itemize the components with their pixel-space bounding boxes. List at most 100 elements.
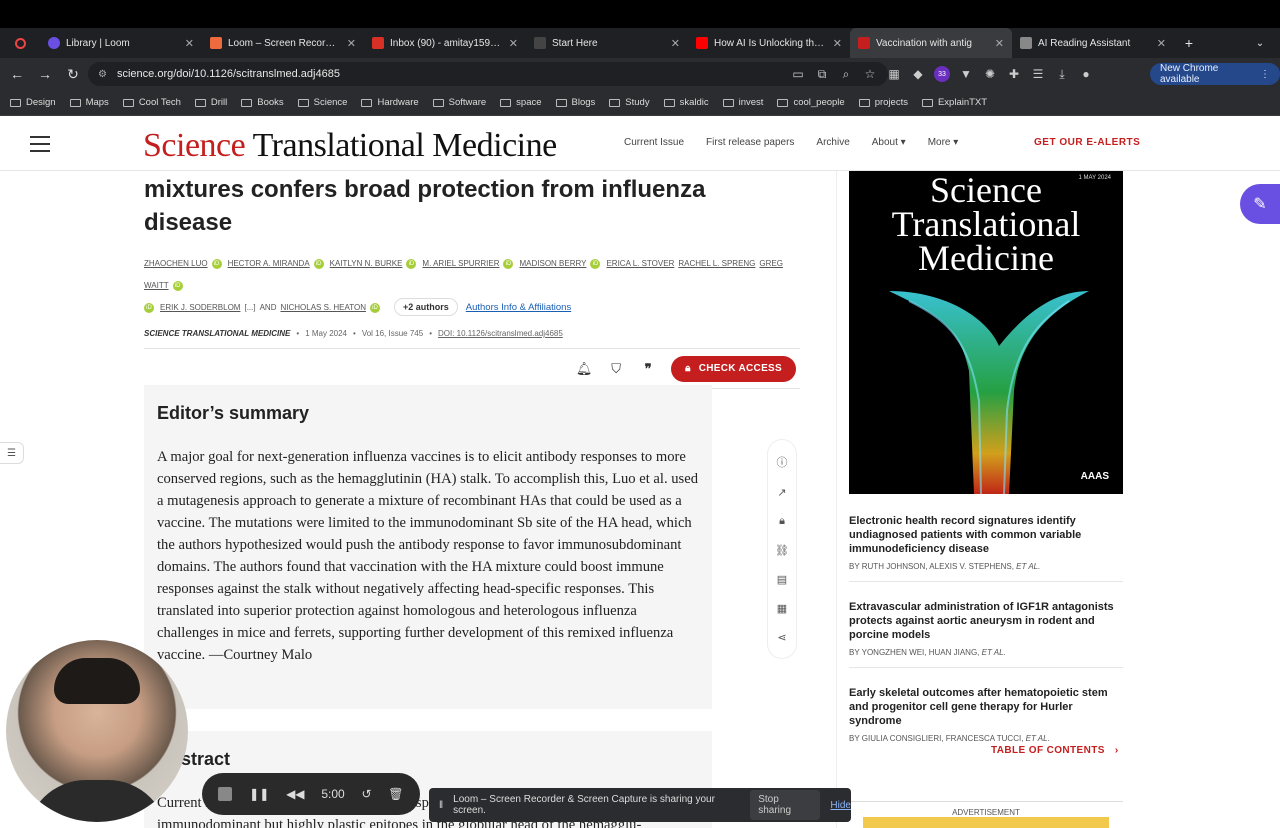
tab-gmail[interactable]: Inbox (90) - amitay1599@ ✕	[364, 28, 526, 58]
close-icon[interactable]: ✕	[671, 37, 680, 50]
bookmark-item[interactable]: space	[500, 97, 542, 108]
orcid-icon[interactable]: iD	[369, 302, 380, 313]
new-tab-button[interactable]: +	[1174, 28, 1204, 58]
share-icon[interactable]: ⋖	[777, 631, 786, 644]
stop-sharing-button[interactable]: Stop sharing	[750, 790, 821, 820]
tab-loom-recorder[interactable]: Loom – Screen Recorder & S✕	[202, 28, 364, 58]
metrics-icon[interactable]: ↗	[777, 486, 786, 499]
drag-handle-icon[interactable]: ‖	[439, 800, 443, 811]
tab-vaccination[interactable]: Vaccination with antig ✕	[850, 28, 1012, 58]
site-info-icon[interactable]: ⚙	[98, 69, 107, 80]
bookmark-item[interactable]: Study	[609, 97, 650, 108]
stop-recording-button[interactable]	[218, 787, 233, 801]
volume-issue[interactable]: Vol 16, Issue 745	[362, 329, 423, 338]
shield-icon[interactable]: ▼	[958, 66, 974, 82]
e-alerts-link[interactable]: GET OUR E-ALERTS	[1034, 137, 1140, 148]
bookmark-item[interactable]: Drill	[194, 97, 227, 108]
bookmark-item[interactable]: Design	[10, 97, 56, 108]
bookmark-item[interactable]: Cool Tech	[122, 97, 181, 108]
advertisement-banner[interactable]	[863, 817, 1109, 828]
close-icon[interactable]: ✕	[185, 37, 194, 50]
bookmark-item[interactable]: skaldic	[663, 97, 709, 108]
check-access-button[interactable]: 🔒︎ CHECK ACCESS	[671, 355, 796, 382]
hamburger-menu-icon[interactable]	[30, 136, 50, 152]
new-chrome-available-button[interactable]: New Chrome available ⋮	[1150, 63, 1280, 85]
lock-icon[interactable]: 🔒︎	[779, 515, 785, 528]
bookmark-item[interactable]: projects	[858, 97, 908, 108]
bell-icon[interactable]: 🔔︎	[575, 360, 593, 378]
cast-icon[interactable]: ▭	[790, 66, 806, 82]
bookmark-item[interactable]: Science	[297, 97, 347, 108]
nav-more[interactable]: More ▾	[928, 137, 959, 148]
close-icon[interactable]: ✕	[995, 37, 1004, 50]
bookmark-item[interactable]: Maps	[69, 97, 109, 108]
orcid-icon[interactable]: iD	[144, 302, 154, 313]
extension-badge-icon[interactable]: 33	[934, 66, 950, 82]
close-icon[interactable]: ✕	[1157, 37, 1166, 50]
author-link[interactable]: ERICA L. STOVER	[606, 259, 674, 268]
related-article[interactable]: Extravascular administration of IGF1R an…	[849, 600, 1123, 668]
bookmark-item[interactable]: Blogs	[555, 97, 595, 108]
more-authors-button[interactable]: +2 authors	[393, 298, 458, 316]
author-link[interactable]: MADISON BERRY	[519, 259, 586, 268]
related-article[interactable]: Electronic health record signatures iden…	[849, 514, 1123, 582]
author-link[interactable]: HECTOR A. MIRANDA	[228, 259, 310, 268]
install-app-icon[interactable]: ⧉	[814, 66, 830, 82]
bookmark-star-icon[interactable]: ☆	[862, 66, 878, 82]
tab-loom-library[interactable]: Library | Loom ✕	[40, 28, 202, 58]
kebab-menu-icon[interactable]: ⋮	[1260, 69, 1270, 80]
info-icon[interactable]: ⓘ	[777, 454, 788, 470]
rewind-icon[interactable]: ◀◀	[286, 787, 304, 801]
loom-webcam-bubble[interactable]	[6, 640, 188, 822]
pause-icon[interactable]: ❚❚	[249, 787, 269, 801]
close-icon[interactable]: ✕	[509, 37, 518, 50]
author-link[interactable]: ZHAOCHEN LUO	[144, 259, 208, 268]
orcid-icon[interactable]: iD	[406, 258, 417, 269]
tab-recording-dot[interactable]	[0, 28, 40, 58]
close-icon[interactable]: ✕	[833, 37, 842, 50]
doi-link[interactable]: DOI: 10.1126/scitranslmed.adj4685	[438, 329, 563, 338]
nav-first-release[interactable]: First release papers	[706, 137, 794, 148]
back-button[interactable]: ←	[4, 61, 30, 87]
link-icon[interactable]: ⛓	[775, 544, 789, 557]
site-logo[interactable]: Science Translational Medicine	[143, 127, 557, 165]
bookmark-item[interactable]: Hardware	[361, 97, 419, 108]
author-link[interactable]: M. ARIEL SPURRIER	[422, 259, 499, 268]
tab-youtube[interactable]: How AI Is Unlocking the S ✕	[688, 28, 850, 58]
tab-list-button[interactable]: ⌄	[1240, 28, 1280, 58]
tables-icon[interactable]: ▦	[777, 602, 787, 615]
issue-cover[interactable]: 1 MAY 2024 Science Translational Medicin…	[849, 171, 1123, 494]
orcid-icon[interactable]: iD	[590, 258, 601, 269]
orcid-icon[interactable]: iD	[313, 258, 324, 269]
close-icon[interactable]: ✕	[347, 37, 356, 50]
tab-ai-reading[interactable]: AI Reading Assistant ✕	[1012, 28, 1174, 58]
bookmark-item[interactable]: Software	[432, 97, 486, 108]
reading-list-icon[interactable]: ☰	[1030, 66, 1046, 82]
bookmark-item[interactable]: Books	[241, 97, 284, 108]
authors-affiliations-link[interactable]: Authors Info & Affiliations	[466, 302, 571, 313]
related-article[interactable]: Early skeletal outcomes after hematopoie…	[849, 686, 1123, 743]
nav-about[interactable]: About ▾	[872, 137, 906, 148]
trash-icon[interactable]: 🗑︎	[388, 787, 403, 801]
qr-extension-icon[interactable]: ▦	[886, 66, 902, 82]
restart-icon[interactable]: ↺	[361, 787, 371, 801]
tab-start-here[interactable]: Start Here ✕	[526, 28, 688, 58]
zoom-icon[interactable]: ⌕	[838, 66, 854, 82]
quote-icon[interactable]: ❞	[639, 360, 657, 378]
extension-icon[interactable]: ◆	[910, 66, 926, 82]
reading-assistant-widget-icon[interactable]: ✎	[1240, 184, 1280, 224]
figures-icon[interactable]: ▤	[777, 573, 787, 586]
nav-archive[interactable]: Archive	[816, 137, 849, 148]
bookmark-item[interactable]: invest	[722, 97, 763, 108]
hide-button[interactable]: Hide	[830, 800, 851, 811]
reload-button[interactable]: ↻	[60, 61, 86, 87]
orcid-icon[interactable]: iD	[503, 258, 514, 269]
puzzle-icon[interactable]: ✚	[1006, 66, 1022, 82]
author-link[interactable]: RACHEL L. SPRENG	[678, 259, 755, 268]
profile-avatar-icon[interactable]: ●	[1078, 66, 1094, 82]
bookmark-icon[interactable]: ⛉	[607, 360, 625, 378]
bookmark-item[interactable]: cool_people	[777, 97, 845, 108]
bookmark-item[interactable]: ExplainTXT	[921, 97, 987, 108]
orcid-icon[interactable]: iD	[172, 280, 183, 291]
address-bar[interactable]: ⚙ science.org/doi/10.1126/scitranslmed.a…	[88, 62, 888, 86]
